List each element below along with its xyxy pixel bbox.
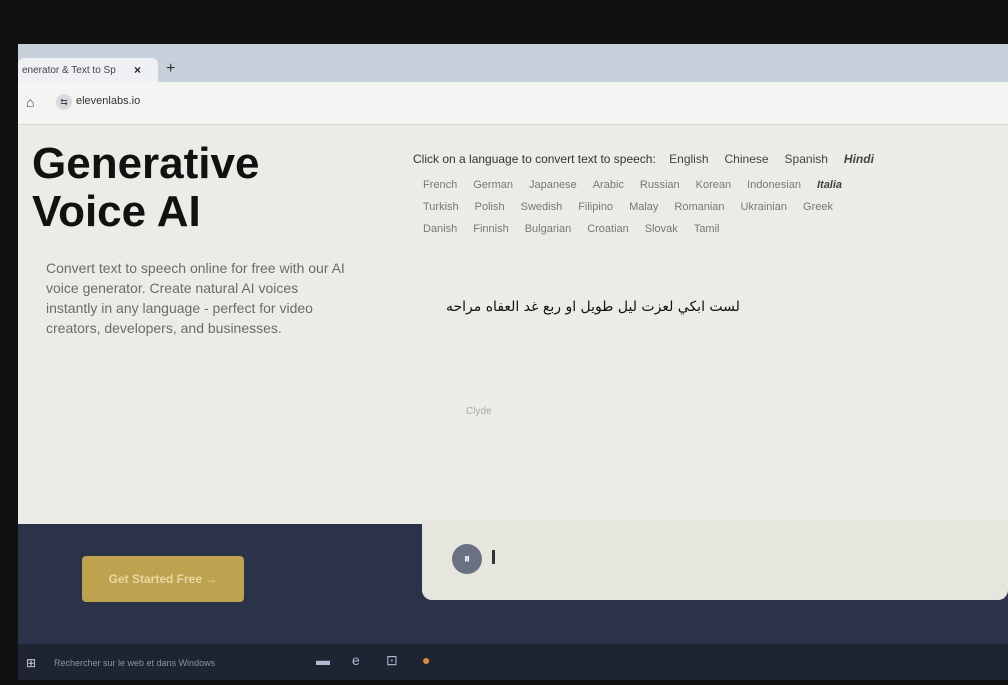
taskbar-search[interactable]: Rechercher sur le web et dans Windows bbox=[54, 658, 215, 668]
language-row-3: Turkish Polish Swedish Filipino Malay Romania… bbox=[423, 196, 1008, 218]
language-korean[interactable]: Korean bbox=[696, 174, 731, 196]
url-field[interactable]: elevenlabs.io bbox=[76, 95, 140, 107]
home-icon[interactable]: ⌂ bbox=[26, 94, 34, 110]
windows-taskbar: ⊞ Rechercher sur le web et dans Windows … bbox=[18, 644, 1008, 680]
language-english[interactable]: English bbox=[669, 152, 708, 166]
file-explorer-icon[interactable]: ▬ bbox=[316, 652, 330, 668]
language-romanian[interactable]: Romanian bbox=[674, 196, 724, 218]
hero-title: Generative Voice AI bbox=[32, 139, 260, 236]
language-polish[interactable]: Polish bbox=[475, 196, 505, 218]
play-pause-button[interactable]: ⏸ bbox=[452, 544, 482, 574]
language-russian[interactable]: Russian bbox=[640, 174, 680, 196]
language-malay[interactable]: Malay bbox=[629, 196, 658, 218]
language-filipino[interactable]: Filipino bbox=[578, 196, 613, 218]
browser-tab-bar: enerator & Text to Sp × + bbox=[18, 44, 1008, 82]
address-bar: ⌂ ⇆ elevenlabs.io bbox=[18, 82, 1008, 125]
language-chinese[interactable]: Chinese bbox=[725, 152, 769, 166]
language-slovak[interactable]: Slovak bbox=[645, 218, 678, 240]
language-hindi[interactable]: Hindi bbox=[844, 152, 874, 166]
browser-tab[interactable]: enerator & Text to Sp × bbox=[18, 58, 158, 82]
language-tamil[interactable]: Tamil bbox=[694, 218, 720, 240]
language-swedish[interactable]: Swedish bbox=[521, 196, 563, 218]
get-started-button[interactable]: Get Started Free → bbox=[82, 556, 244, 602]
language-prompt: Click on a language to convert text to s… bbox=[413, 152, 890, 166]
language-japanese[interactable]: Japanese bbox=[529, 174, 577, 196]
language-list: French German Japanese Arabic Russian Korean I… bbox=[423, 174, 1008, 240]
chrome-icon[interactable]: ● bbox=[422, 652, 430, 668]
text-cursor bbox=[492, 550, 495, 564]
editor-text[interactable]: لست ابكي لعزت ليل طويل او ربع غد العفاه … bbox=[446, 299, 740, 315]
language-danish[interactable]: Danish bbox=[423, 218, 457, 240]
hero-subtitle: Convert text to speech online for free w… bbox=[46, 260, 345, 336]
language-arabic[interactable]: Arabic bbox=[593, 174, 624, 196]
language-ukrainian[interactable]: Ukrainian bbox=[741, 196, 787, 218]
language-spanish[interactable]: Spanish bbox=[785, 152, 828, 166]
screen: enerator & Text to Sp × + ⌂ ⇆ elevenlabs… bbox=[18, 44, 1008, 680]
windows-start-icon[interactable]: ⊞ bbox=[26, 656, 36, 670]
language-german[interactable]: German bbox=[473, 174, 513, 196]
language-row-2: French German Japanese Arabic Russian Korean I… bbox=[423, 174, 1008, 196]
language-french[interactable]: French bbox=[423, 174, 457, 196]
language-turkish[interactable]: Turkish bbox=[423, 196, 459, 218]
store-icon[interactable]: ⊡ bbox=[386, 652, 398, 669]
new-tab-icon[interactable]: + bbox=[166, 60, 175, 78]
voice-selector[interactable]: Clyde bbox=[466, 406, 492, 417]
language-finnish[interactable]: Finnish bbox=[473, 218, 508, 240]
language-row-4: Danish Finnish Bulgarian Croatian Slovak Tami… bbox=[423, 218, 1008, 240]
site-info-icon[interactable]: ⇆ bbox=[56, 94, 72, 110]
editor-controls: ⏸ bbox=[422, 520, 1008, 600]
tab-title: enerator & Text to Sp bbox=[22, 64, 116, 76]
language-indonesian[interactable]: Indonesian bbox=[747, 174, 801, 196]
language-prompt-text: Click on a language to convert text to s… bbox=[413, 152, 656, 166]
language-bulgarian[interactable]: Bulgarian bbox=[525, 218, 571, 240]
close-tab-icon[interactable]: × bbox=[134, 63, 141, 77]
language-row-1: English Chinese Spanish Hindi bbox=[669, 152, 890, 166]
language-greek[interactable]: Greek bbox=[803, 196, 833, 218]
language-italia[interactable]: Italia bbox=[817, 174, 842, 196]
edge-icon[interactable]: e bbox=[352, 652, 360, 668]
language-croatian[interactable]: Croatian bbox=[587, 218, 629, 240]
